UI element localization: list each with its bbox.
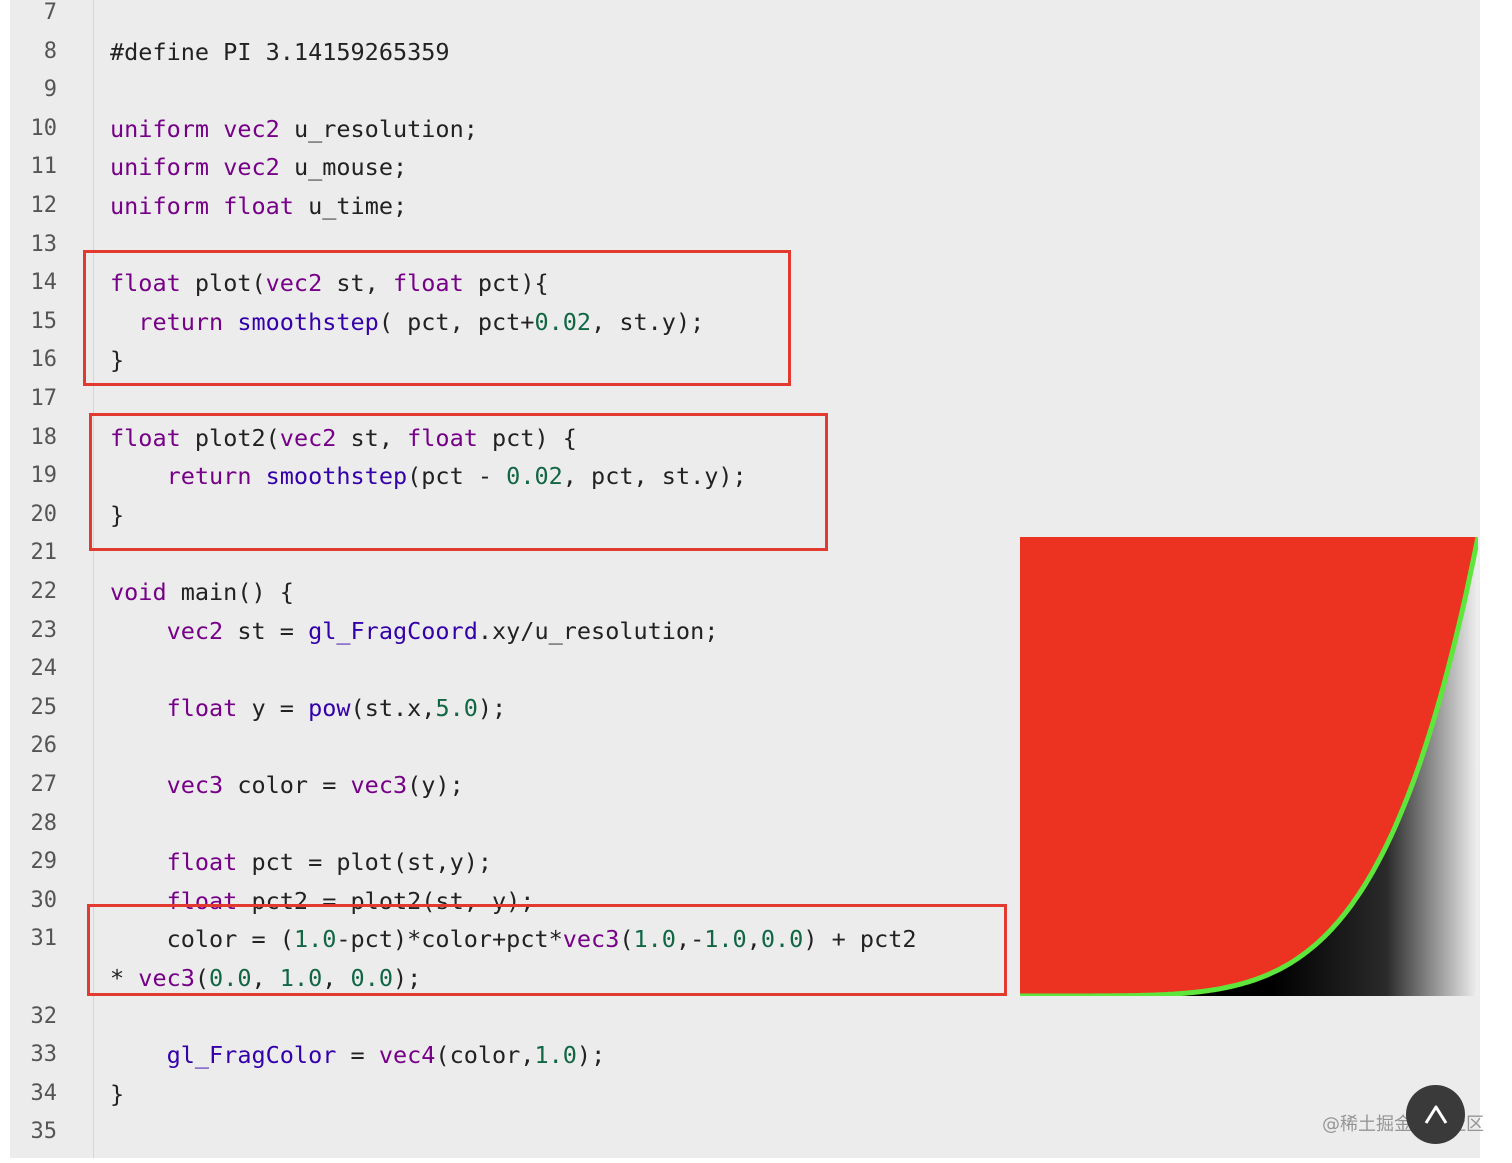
line-number: 22: [30, 579, 58, 604]
line-number: 13: [30, 231, 58, 257]
code-line: uniform vec2 u_mouse;: [110, 148, 407, 186]
line-number: 7: [43, 0, 57, 25]
code-token: 5.0: [435, 693, 478, 722]
line-number: 16: [30, 347, 58, 373]
code-token: );: [477, 693, 507, 722]
code-token: .xy/u_resolution;: [477, 616, 719, 645]
code-token: uniform: [110, 114, 210, 143]
code-line: void main() {: [110, 573, 294, 611]
line-number: 33: [30, 1042, 58, 1068]
code-line: uniform vec2 u_resolution;: [110, 110, 478, 148]
code-token: (color,: [435, 1041, 535, 1070]
code-line: gl_FragColor = vec4(color,1.0);: [110, 1036, 606, 1074]
code-token: gl_FragCoord: [308, 616, 478, 645]
code-line: }: [110, 1075, 124, 1113]
up-arrow-icon: [1424, 1105, 1447, 1124]
code-token: vec4: [378, 1041, 436, 1070]
line-number: 15: [30, 308, 58, 334]
code-token: }: [110, 1079, 125, 1108]
line-number: 28: [30, 810, 58, 836]
code-line: float y = pow(st.x,5.0);: [110, 689, 507, 727]
line-number: 29: [30, 849, 58, 875]
line-number: 19: [30, 463, 58, 489]
line-number: 14: [30, 270, 58, 296]
code-token: color =: [223, 771, 351, 799]
code-token: );: [576, 1041, 606, 1070]
code-token: pow: [308, 693, 351, 722]
line-number: 27: [30, 772, 58, 797]
code-token: pct = plot(st,y);: [237, 848, 493, 877]
line-number: 21: [30, 540, 58, 566]
line-number: 31: [30, 926, 58, 952]
highlight-box-plot2: [89, 413, 828, 551]
code-token: 1.0: [534, 1041, 577, 1070]
code-line: vec3 color = vec3(y);: [110, 766, 464, 804]
code-token: void: [110, 578, 167, 606]
line-number: 10: [30, 115, 58, 141]
code-token: st =: [223, 616, 309, 645]
code-token: uniform: [110, 192, 210, 220]
code-token: vec3: [166, 771, 224, 799]
line-number: 34: [30, 1080, 58, 1106]
code-token: #define PI 3.14159265359: [110, 37, 450, 66]
code-token: u_time;: [293, 192, 408, 220]
line-number: 26: [30, 733, 58, 759]
line-number: 24: [30, 656, 58, 682]
shader-preview: [1020, 537, 1478, 996]
line-number: 32: [30, 1003, 58, 1029]
scroll-top-button[interactable]: [1406, 1085, 1465, 1144]
code-token: vec2: [223, 153, 280, 182]
line-number: 20: [30, 501, 58, 527]
code-token: vec2: [166, 616, 224, 645]
highlight-box-plot: [83, 250, 791, 386]
code-token: u_resolution;: [279, 114, 478, 143]
code-token: =: [336, 1041, 379, 1070]
code-token: u_mouse;: [279, 153, 408, 182]
code-token: (y);: [407, 771, 464, 799]
line-number: 8: [43, 38, 57, 64]
line-number-gutter: 7 8 9 10 11 12 13 14 15 16 17 18 19 20 21 22 23 24 25 26 27 2…: [10, 0, 94, 1158]
line-number: 11: [30, 154, 58, 180]
line-number: 9: [43, 77, 57, 103]
code-line: vec2 st = gl_FragCoord.xy/u_resolution;: [110, 612, 719, 650]
line-number: 17: [30, 386, 58, 411]
code-token: y =: [237, 693, 309, 722]
code-line: uniform float u_time;: [110, 187, 407, 225]
code-token: vec3: [350, 771, 408, 799]
line-number: 30: [30, 887, 58, 913]
line-number: 35: [30, 1119, 58, 1145]
line-number: 18: [30, 424, 58, 450]
code-token: gl_FragColor: [166, 1041, 337, 1070]
code-token: (st.x,: [350, 693, 436, 722]
code-token: float: [166, 693, 238, 722]
code-token: uniform: [110, 153, 210, 182]
line-number: 23: [30, 617, 58, 643]
code-line: float pct = plot(st,y);: [110, 843, 492, 881]
code-token: vec2: [223, 114, 280, 143]
line-number: 25: [30, 694, 58, 720]
code-token: float: [166, 848, 238, 877]
highlight-box-color-mix: [87, 904, 1007, 996]
line-number: 12: [30, 193, 58, 218]
code-token: float: [223, 192, 294, 220]
code-line: #define PI 3.14159265359: [110, 33, 450, 71]
code-token: main() {: [166, 578, 294, 606]
